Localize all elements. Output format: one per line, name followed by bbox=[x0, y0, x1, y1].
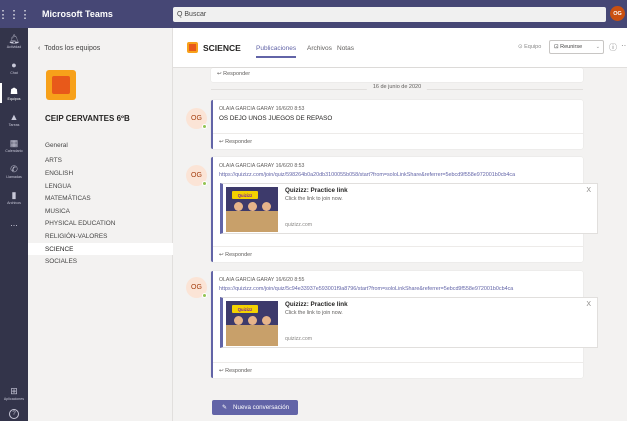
more-options-icon[interactable]: ··· bbox=[621, 41, 627, 50]
channel-item[interactable]: LENGUA bbox=[28, 180, 173, 193]
presence-dot bbox=[202, 124, 207, 129]
rail-item-calendar[interactable]: ▦ Calendario bbox=[0, 132, 28, 158]
title-bar: ⋮⋮⋮ Microsoft Teams Q Buscar OG bbox=[0, 0, 627, 28]
message-meta: OLAIA GARCIA GARAY 16/6/20 8:53 bbox=[219, 163, 305, 169]
preview-title: Quizizz: Practice link bbox=[285, 301, 348, 308]
rail-item-files[interactable]: ▮ Archivos bbox=[0, 184, 28, 210]
channel-header: SCIENCE Publicaciones Archivos Notas ⊙ E… bbox=[173, 28, 627, 68]
message-link[interactable]: https://quizizz.com/join/quiz/5c94e33937… bbox=[219, 286, 513, 292]
link-preview-card[interactable]: Quizizz Quizizz: Practice link Click the… bbox=[220, 183, 598, 234]
reply-button[interactable]: ↩ Responder bbox=[211, 66, 583, 82]
search-input[interactable]: Q Buscar bbox=[173, 7, 606, 22]
message-link[interactable]: https://quizizz.com/join/quiz/598264b0a2… bbox=[219, 172, 515, 178]
link-preview-card[interactable]: Quizizz Quizizz: Practice link Click the… bbox=[220, 297, 598, 348]
search-placeholder: Buscar bbox=[184, 11, 207, 18]
message-meta: OLAIA GARCIA GARAY 16/6/20 8:53 bbox=[219, 106, 305, 112]
quizizz-logo: Quizizz bbox=[232, 305, 258, 313]
channel-item[interactable]: PHYSICAL EDUCATION bbox=[28, 218, 173, 231]
preview-title: Quizizz: Practice link bbox=[285, 187, 348, 194]
back-to-all-teams[interactable]: ‹ Todos los equipos bbox=[38, 45, 100, 52]
team-button[interactable]: ⊙ Equipo bbox=[518, 44, 541, 50]
presence-dot bbox=[202, 293, 207, 298]
channel-logo bbox=[187, 42, 198, 53]
rail-item-activity[interactable]: 🔔︎ Actividad bbox=[0, 28, 28, 54]
bell-icon: 🔔︎ bbox=[8, 33, 20, 44]
rail-item-teams[interactable]: ☗ Equipos bbox=[0, 80, 28, 106]
rail-item-assignments[interactable]: ▲ Tareas bbox=[0, 106, 28, 132]
channel-name: SCIENCE bbox=[203, 43, 241, 53]
phone-icon: ✆ bbox=[10, 163, 18, 174]
preview-description: Click the link to join now. bbox=[285, 310, 343, 316]
close-icon[interactable]: X bbox=[586, 187, 591, 194]
close-icon[interactable]: X bbox=[586, 301, 591, 308]
team-logo bbox=[46, 70, 76, 100]
reply-button[interactable]: ↩ Responder bbox=[213, 133, 583, 149]
message-text: OS DEJO UNOS JUEGOS DE REPASO bbox=[219, 115, 333, 122]
chat-icon: ● bbox=[11, 59, 17, 70]
reply-button[interactable]: ↩ Responder bbox=[213, 362, 583, 378]
date-divider: 16 de junio de 2020 bbox=[211, 84, 583, 94]
rail-item-more[interactable]: ... bbox=[0, 210, 28, 236]
preview-thumbnail: Quizizz bbox=[226, 301, 278, 346]
rail-item-calls[interactable]: ✆ Llamadas bbox=[0, 158, 28, 184]
app-title: Microsoft Teams bbox=[42, 9, 113, 19]
channel-item[interactable]: ARTS bbox=[28, 155, 173, 168]
preview-thumbnail: Quizizz bbox=[226, 187, 278, 232]
help-icon: ? bbox=[9, 408, 19, 419]
message-meta: OLAIA GARCIA GARAY 16/6/20 8:55 bbox=[219, 277, 305, 283]
rail-item-apps[interactable]: ⊞ Aplicaciones bbox=[0, 380, 28, 406]
channel-item[interactable]: SOCIALES bbox=[28, 255, 173, 268]
chevron-down-icon[interactable]: ⌄ bbox=[596, 44, 600, 50]
teams-icon: ☗ bbox=[9, 85, 19, 96]
reply-button[interactable]: ↩ Responder bbox=[213, 246, 583, 262]
avatar[interactable]: OG bbox=[186, 277, 207, 298]
preview-description: Click the link to join now. bbox=[285, 196, 343, 202]
message-card: OLAIA GARCIA GARAY 16/6/20 8:55 https://… bbox=[211, 271, 598, 378]
channel-item[interactable]: General bbox=[28, 139, 173, 152]
apps-icon: ⊞ bbox=[10, 385, 18, 396]
channel-item[interactable]: RELIGIÓN-VALORES bbox=[28, 230, 173, 243]
channel-item-active[interactable]: SCIENCE bbox=[28, 242, 173, 256]
tab-publicaciones[interactable]: Publicaciones bbox=[256, 45, 297, 58]
team-name[interactable]: CEIP CERVANTES 6ºB bbox=[45, 114, 130, 123]
compose-icon: ✎ bbox=[222, 405, 228, 411]
teams-panel: ‹ Todos los equipos CEIP CERVANTES 6ºB G… bbox=[28, 28, 173, 421]
quizizz-logo: Quizizz bbox=[232, 191, 258, 199]
files-icon: ▮ bbox=[11, 189, 17, 200]
avatar[interactable]: OG bbox=[186, 108, 207, 129]
conversation-feed: ↩ Responder 16 de junio de 2020 OG OLAIA… bbox=[173, 68, 627, 421]
rail-item-chat[interactable]: ● Chat bbox=[0, 54, 28, 80]
search-prefix: Q bbox=[177, 11, 185, 18]
avatar[interactable]: OG bbox=[186, 165, 207, 186]
info-icon[interactable]: ⓘ bbox=[609, 42, 617, 53]
rail-item-help[interactable]: ? bbox=[0, 406, 28, 421]
calendar-icon: ▦ bbox=[9, 137, 19, 148]
assignments-icon: ▲ bbox=[9, 111, 19, 122]
channel-item[interactable]: ENGLISH bbox=[28, 167, 173, 180]
tab-notas[interactable]: Notas bbox=[337, 45, 354, 52]
message-card: OLAIA GARCIA GARAY 16/6/20 8:53 https://… bbox=[211, 157, 598, 262]
preview-domain: quizizz.com bbox=[285, 336, 313, 342]
channel-item[interactable]: MUSICA bbox=[28, 205, 173, 218]
app-launcher-icon[interactable]: ⋮⋮⋮ bbox=[0, 0, 31, 28]
previous-thread-footer: ↩ Responder bbox=[211, 68, 583, 82]
user-avatar[interactable]: OG bbox=[610, 6, 625, 21]
message-card: OLAIA GARCIA GARAY 16/6/20 8:53 OS DEJO … bbox=[211, 100, 583, 149]
channel-list: General ARTS ENGLISH LENGUA MATEMÁTICAS … bbox=[28, 139, 173, 268]
presence-dot bbox=[202, 181, 207, 186]
new-conversation-button[interactable]: ✎ Nueva conversación bbox=[212, 400, 298, 415]
more-icon: ... bbox=[10, 218, 18, 228]
app-rail: 🔔︎ Actividad ● Chat ☗ Equipos ▲ Tareas ▦… bbox=[0, 28, 28, 421]
channel-item[interactable]: MATEMÁTICAS bbox=[28, 192, 173, 205]
preview-domain: quizizz.com bbox=[285, 222, 313, 228]
tab-archivos[interactable]: Archivos bbox=[307, 45, 332, 52]
meet-button[interactable]: ⊡ Reunirse ⌄ bbox=[549, 40, 604, 54]
